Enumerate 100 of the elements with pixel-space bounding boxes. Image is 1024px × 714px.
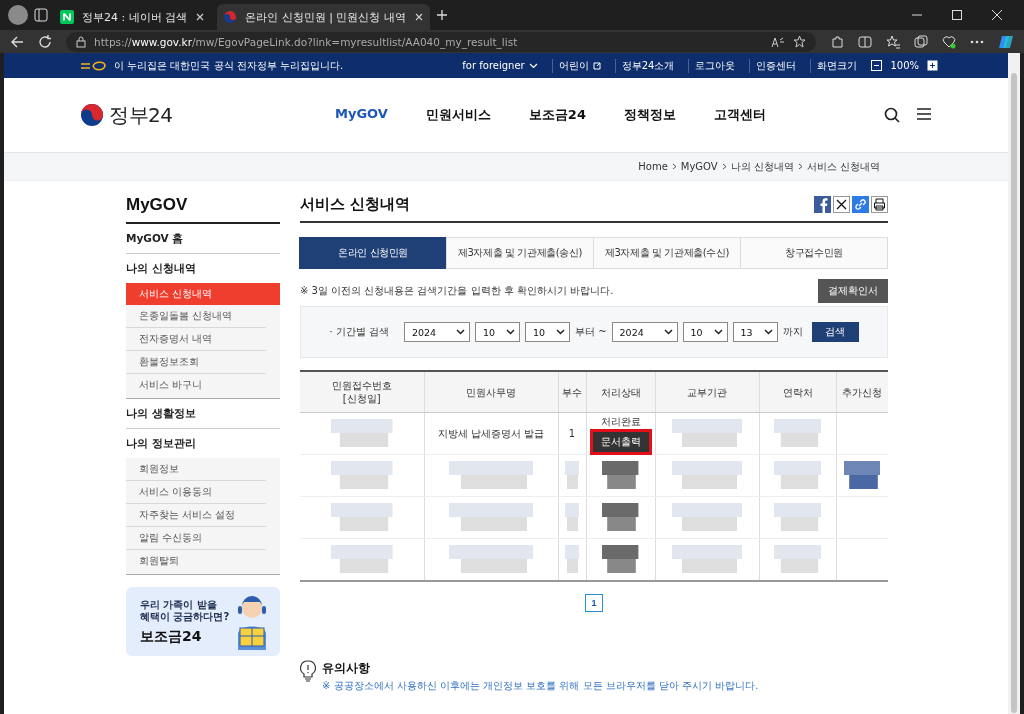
page-title: 서비스 신청내역	[300, 195, 411, 214]
nav-link[interactable]: 고객센터	[713, 106, 766, 124]
month-select[interactable]: 10	[682, 322, 728, 342]
payment-receipt-button[interactable]: 결제확인서	[818, 279, 888, 303]
zoom-value: 100%	[890, 60, 919, 71]
collections-icon[interactable]	[914, 34, 928, 49]
caret-icon	[763, 329, 773, 335]
status-text: 처리완료	[600, 415, 641, 429]
sidebar-subitem[interactable]: 서비스 바구니	[126, 374, 266, 396]
sidebar-subitem[interactable]: 알림 수신동의	[126, 527, 266, 550]
page-button[interactable]: 1	[585, 594, 603, 612]
sidebar-item[interactable]: MyGOV 홈	[126, 224, 280, 254]
sidebar-subitem[interactable]: 회원탈퇴	[126, 550, 266, 572]
breadcrumb-link[interactable]: Home	[638, 161, 668, 172]
zoom-out-icon[interactable]	[871, 60, 883, 71]
link-icon[interactable]	[852, 196, 869, 213]
sidebar-subitem[interactable]: 자주찾는 서비스 설정	[126, 504, 266, 527]
close-icon[interactable]	[195, 12, 206, 22]
browser-tab[interactable]: 정부24 : 네이버 검색	[54, 4, 212, 30]
redacted-block	[773, 544, 822, 575]
nav-link[interactable]: 정책정보	[623, 106, 676, 124]
redacted-block	[330, 502, 393, 533]
day-select[interactable]: 10	[525, 322, 570, 342]
content-tab[interactable]: 창구접수민원	[740, 237, 888, 269]
banner-title: 보조금24	[140, 628, 202, 646]
day-select[interactable]: 13	[732, 322, 778, 342]
top-link[interactable]: 인증센터	[749, 58, 803, 73]
redacted-block	[330, 544, 393, 575]
more-icon[interactable]	[970, 39, 984, 44]
favorites-icon[interactable]	[886, 34, 900, 49]
redacted-block	[330, 418, 393, 449]
print-icon[interactable]	[871, 196, 888, 213]
month-select[interactable]: 10	[475, 322, 520, 342]
caret-icon	[663, 329, 673, 335]
to-label: 까지	[782, 325, 803, 339]
column-header: 부수	[558, 371, 586, 413]
read-aloud-icon[interactable]	[771, 35, 785, 48]
top-link[interactable]: 로그아웃	[688, 58, 742, 73]
menu-icon[interactable]	[916, 107, 932, 121]
site-logo[interactable]: 정부24	[80, 101, 335, 129]
close-icon[interactable]	[992, 10, 1002, 20]
search-icon[interactable]	[884, 107, 900, 123]
redacted-block	[602, 502, 639, 533]
redacted-block	[773, 460, 822, 491]
print-document-button[interactable]: 문서출력	[592, 432, 649, 452]
address-bar[interactable]: https://www.gov.kr/mw/EgovPageLink.do?link=myresultlist/AA040_my_result_list	[66, 31, 816, 52]
column-header: 민원접수번호 [신청일]	[300, 371, 424, 413]
refresh-icon[interactable]	[38, 34, 52, 49]
nav-link[interactable]: 민원서비스	[425, 106, 491, 124]
x-share-icon[interactable]	[833, 196, 850, 213]
close-icon[interactable]	[413, 12, 424, 22]
content-tab[interactable]: 제3자제출 및 기관제출(수신)	[593, 237, 741, 269]
lock-icon	[76, 35, 86, 48]
content-tab[interactable]: 온라인 신청민원	[299, 237, 447, 269]
sidebar-subitem[interactable]: 서비스 신청내역	[126, 283, 280, 305]
caret-icon	[556, 329, 565, 335]
breadcrumb-link[interactable]: 서비스 신청내역	[806, 159, 880, 174]
breadcrumb-link[interactable]: MyGOV	[680, 161, 718, 172]
banner-text: 우리 가족이 받을	[140, 599, 218, 611]
column-header: 처리상태	[586, 371, 655, 413]
sidebar-item[interactable]: 나의 생활정보	[126, 399, 280, 429]
maximize-icon[interactable]	[952, 10, 962, 20]
search-button[interactable]: 검색	[811, 322, 859, 342]
sidebar-subitem[interactable]: 환불정보조회	[126, 351, 266, 374]
top-link[interactable]: 정부24소개	[614, 58, 681, 73]
breadcrumb-link[interactable]: 나의 신청내역	[730, 159, 794, 174]
redacted-block	[330, 460, 393, 491]
facebook-icon[interactable]	[814, 196, 831, 213]
browser-tab[interactable]: 온라인 신청민원 | 민원신청 내역	[217, 4, 430, 30]
sidebar-subitem[interactable]: 온종일돌봄 신청내역	[126, 305, 266, 328]
tab-actions-icon[interactable]	[34, 8, 48, 22]
split-screen-icon[interactable]	[858, 34, 872, 49]
top-link[interactable]: for foreigner	[456, 60, 544, 71]
subsidy-banner[interactable]: 우리 가족이 받을 혜택이 궁금하다면? 보조금24	[126, 587, 280, 656]
back-icon[interactable]	[10, 34, 24, 49]
redacted-block	[672, 418, 742, 449]
column-header: 연락처	[759, 371, 836, 413]
star-icon[interactable]	[793, 35, 806, 48]
sidebar-subitem[interactable]: 회원정보	[126, 458, 266, 481]
chevron-icon	[797, 163, 803, 170]
zoom-label: 화면크기	[810, 58, 864, 73]
heart-icon[interactable]	[942, 34, 956, 49]
redacted-block	[773, 502, 822, 533]
nav-link[interactable]: MyGOV	[335, 106, 388, 124]
chevron-icon	[721, 163, 727, 170]
profile-avatar[interactable]	[8, 5, 28, 25]
zoom-in-icon[interactable]	[927, 60, 938, 71]
sidebar-subitem[interactable]: 전자증명서 내역	[126, 328, 266, 351]
new-tab-icon[interactable]	[435, 9, 448, 21]
sidebar-subitem[interactable]: 서비스 이용동의	[126, 481, 266, 504]
year-select[interactable]: 2024	[611, 322, 678, 342]
copilot-icon[interactable]	[998, 33, 1014, 50]
year-select[interactable]: 2024	[404, 322, 470, 342]
caret-icon	[713, 329, 723, 335]
top-link[interactable]: 어린이	[551, 58, 607, 73]
redacted-block	[565, 460, 579, 491]
redacted-block	[672, 544, 742, 575]
chevron-icon	[671, 163, 677, 170]
content-tab[interactable]: 제3자제출 및 기관제출(송신)	[446, 237, 594, 269]
nav-link[interactable]: 보조금24	[528, 106, 586, 124]
